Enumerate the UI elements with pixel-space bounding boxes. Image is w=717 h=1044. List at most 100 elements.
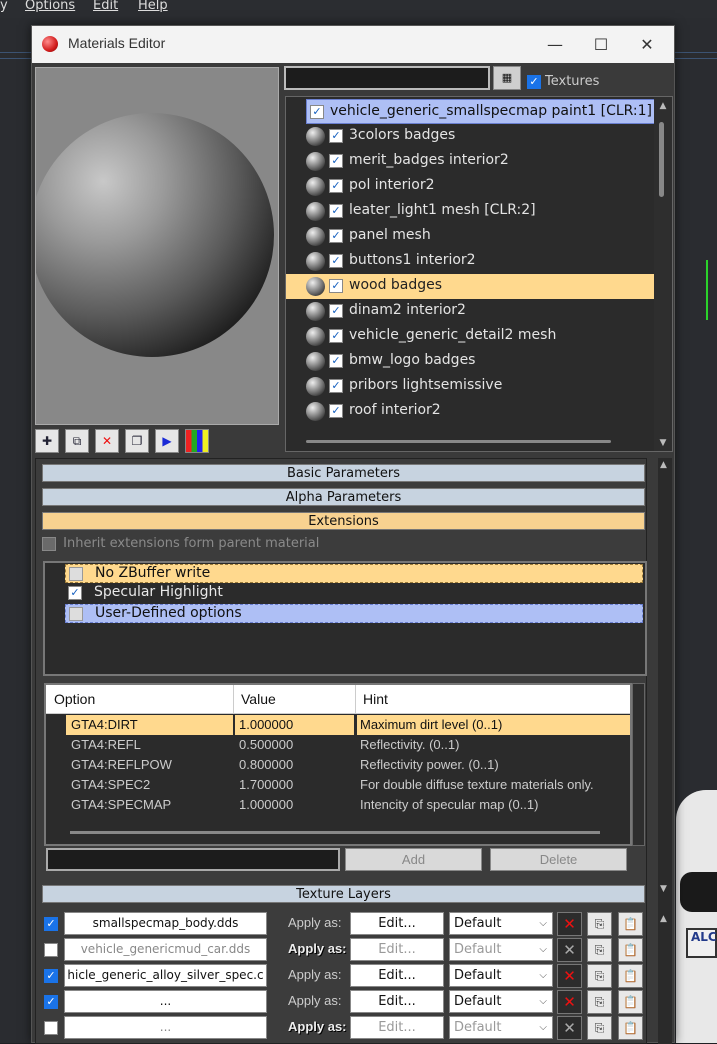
column-option[interactable]: Option xyxy=(54,691,95,707)
menu-edit[interactable]: Edit xyxy=(93,0,118,13)
extension-checkbox[interactable] xyxy=(69,607,83,621)
rollout-scrollbar[interactable]: ▲ ▼ ▲ xyxy=(658,458,672,1044)
material-list-item[interactable]: ✓ merit_badges interior2 xyxy=(286,149,654,174)
column-hint[interactable]: Hint xyxy=(363,691,388,707)
edit-texture-button[interactable]: Edit... xyxy=(350,912,444,935)
title-bar[interactable]: Materials Editor — ☐ ✕ xyxy=(32,26,674,63)
copy-texture-icon[interactable]: ⎘ xyxy=(587,938,612,962)
list-scrollbar[interactable]: ▲ ▼ xyxy=(654,97,672,451)
table-row[interactable]: GTA4:SPECMAP 1.000000 Intencity of specula… xyxy=(46,795,630,815)
material-visible-checkbox[interactable]: ✓ xyxy=(329,379,343,393)
add-button[interactable]: Add xyxy=(345,848,482,871)
maximize-button[interactable]: ☐ xyxy=(578,26,624,63)
edit-texture-button[interactable]: Edit... xyxy=(350,990,444,1013)
table-row[interactable]: GTA4:DIRT 1.000000 Maximum dirt level (0..… xyxy=(46,715,630,735)
table-row[interactable]: GTA4:REFLPOW 0.800000 Reflectivity power. … xyxy=(46,755,630,775)
material-list-item[interactable]: ✓ buttons1 interior2 xyxy=(286,249,654,274)
texture-name-field[interactable]: vehicle_genericmud_car.dds xyxy=(64,938,267,961)
apply-mode-dropdown[interactable]: Default ⌵ xyxy=(449,912,553,935)
table-hscroll[interactable] xyxy=(70,831,600,834)
scroll-down-icon[interactable]: ▼ xyxy=(660,884,667,894)
material-visible-checkbox[interactable]: ✓ xyxy=(329,304,343,318)
inherit-extensions-toggle[interactable]: Inherit extensions form parent material xyxy=(42,536,319,554)
apply-mode-dropdown[interactable]: Default ⌵ xyxy=(449,990,553,1013)
table-vscroll[interactable] xyxy=(632,683,645,846)
extension-item[interactable]: ✓ Specular Highlight xyxy=(65,584,643,603)
material-visible-checkbox[interactable]: ✓ xyxy=(329,279,343,293)
list-hscroll[interactable] xyxy=(306,440,611,443)
texture-name-field[interactable]: ... xyxy=(64,1016,267,1039)
edit-texture-button[interactable]: Edit... xyxy=(350,964,444,987)
material-list[interactable]: ✓ vehicle_generic_smallspecmap paint1 [CL… xyxy=(285,96,673,452)
extension-checkbox[interactable]: ✓ xyxy=(68,586,82,600)
layer-enabled-checkbox[interactable]: ✓ xyxy=(44,969,58,983)
material-visible-checkbox[interactable]: ✓ xyxy=(329,129,343,143)
scroll-up-icon[interactable]: ▲ xyxy=(657,101,669,113)
material-list-item[interactable]: ✓ leater_light1 mesh [CLR:2] xyxy=(286,199,654,224)
new-material-icon[interactable]: ✚ xyxy=(35,429,59,453)
paste-texture-icon[interactable]: 📋 xyxy=(618,964,643,988)
remove-texture-icon[interactable]: ✕ xyxy=(557,990,582,1014)
copy-texture-icon[interactable]: ⎘ xyxy=(587,964,612,988)
edit-texture-button[interactable]: Edit... xyxy=(350,938,444,961)
copy-texture-icon[interactable]: ⎘ xyxy=(587,990,612,1014)
material-list-item[interactable]: ✓ pribors lightsemissive xyxy=(286,374,654,399)
column-value[interactable]: Value xyxy=(241,691,276,707)
column-divider[interactable] xyxy=(233,685,234,714)
material-visible-checkbox[interactable]: ✓ xyxy=(329,354,343,368)
remove-texture-icon[interactable]: ✕ xyxy=(557,912,582,936)
material-visible-checkbox[interactable]: ✓ xyxy=(329,404,343,418)
play-icon[interactable]: ▶ xyxy=(155,429,179,453)
layer-enabled-checkbox[interactable] xyxy=(44,943,58,957)
material-preview[interactable] xyxy=(35,67,279,425)
scroll-thumb[interactable] xyxy=(659,122,664,197)
column-divider[interactable] xyxy=(355,685,356,714)
layer-enabled-checkbox[interactable]: ✓ xyxy=(44,995,58,1009)
filter-icon[interactable]: ▦ xyxy=(493,66,521,90)
paste-texture-icon[interactable]: 📋 xyxy=(618,1016,643,1040)
material-list-item[interactable]: ✓ vehicle_generic_detail2 mesh xyxy=(286,324,654,349)
material-list-item[interactable]: ✓ wood badges xyxy=(286,274,654,299)
copy-texture-icon[interactable]: ⎘ xyxy=(587,912,612,936)
material-visible-checkbox[interactable]: ✓ xyxy=(310,105,324,119)
table-row[interactable]: GTA4:SPEC2 1.700000 For double diffuse tex… xyxy=(46,775,630,795)
menu-partial[interactable]: y xyxy=(0,0,8,13)
scroll-down-icon[interactable]: ▼ xyxy=(657,438,669,450)
paste-texture-icon[interactable]: 📋 xyxy=(618,938,643,962)
apply-mode-dropdown[interactable]: Default ⌵ xyxy=(449,1016,553,1039)
edit-texture-button[interactable]: Edit... xyxy=(350,1016,444,1039)
copy-texture-icon[interactable]: ⎘ xyxy=(587,1016,612,1040)
delete-material-icon[interactable]: ✕ xyxy=(95,429,119,453)
material-list-item[interactable]: ✓ 3colors badges xyxy=(286,124,654,149)
close-button[interactable]: ✕ xyxy=(624,26,670,63)
delete-button[interactable]: Delete xyxy=(490,848,627,871)
texture-name-field[interactable]: hicle_generic_alloy_silver_spec.c xyxy=(64,964,267,987)
material-list-item[interactable]: ✓ pol interior2 xyxy=(286,174,654,199)
material-visible-checkbox[interactable]: ✓ xyxy=(329,179,343,193)
inherit-checkbox[interactable] xyxy=(42,536,56,551)
rollout-basic-parameters[interactable]: Basic Parameters xyxy=(42,464,645,482)
material-list-item[interactable]: ✓ bmw_logo badges xyxy=(286,349,654,374)
material-list-item[interactable]: ✓ vehicle_generic_smallspecmap paint1 [CL… xyxy=(306,99,656,124)
material-visible-checkbox[interactable]: ✓ xyxy=(329,154,343,168)
material-visible-checkbox[interactable]: ✓ xyxy=(329,229,343,243)
table-row[interactable]: GTA4:REFL 0.500000 Reflectivity. (0..1) xyxy=(46,735,630,755)
material-visible-checkbox[interactable]: ✓ xyxy=(329,329,343,343)
options-table[interactable]: Option Value Hint GTA4:DIRT 1.000000 Maxim… xyxy=(44,683,632,846)
paste-texture-icon[interactable]: 📋 xyxy=(618,912,643,936)
material-filter-input[interactable] xyxy=(284,66,490,90)
material-visible-checkbox[interactable]: ✓ xyxy=(329,204,343,218)
apply-mode-dropdown[interactable]: Default ⌵ xyxy=(449,964,553,987)
rollout-extensions[interactable]: Extensions xyxy=(42,512,645,530)
duplicate-icon[interactable]: ❐ xyxy=(125,429,149,453)
extension-item[interactable]: No ZBuffer write xyxy=(65,564,643,583)
remove-texture-icon[interactable]: ✕ xyxy=(557,964,582,988)
extension-item[interactable]: User-Defined options xyxy=(65,604,643,623)
remove-texture-icon[interactable]: ✕ xyxy=(557,1016,582,1040)
remove-texture-icon[interactable]: ✕ xyxy=(557,938,582,962)
copy-material-icon[interactable]: ⧉ xyxy=(65,429,89,453)
paste-texture-icon[interactable]: 📋 xyxy=(618,990,643,1014)
scroll-up-icon[interactable]: ▲ xyxy=(660,914,667,924)
color-palette-icon[interactable] xyxy=(185,429,209,453)
rollout-alpha-parameters[interactable]: Alpha Parameters xyxy=(42,488,645,506)
